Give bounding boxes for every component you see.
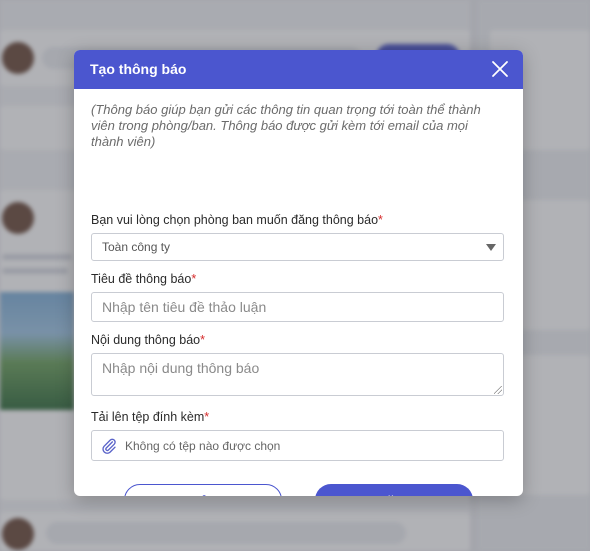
dialog-header: Tạo thông báo	[74, 50, 523, 89]
chevron-down-icon	[486, 244, 496, 251]
dialog-title: Tạo thông báo	[90, 61, 187, 77]
paperclip-icon	[102, 438, 116, 454]
title-input[interactable]	[91, 292, 504, 322]
attachment-label: Tải lên tệp đính kèm*	[91, 410, 210, 424]
required-mark: *	[200, 333, 205, 347]
close-icon[interactable]	[491, 60, 509, 78]
required-mark: *	[378, 213, 383, 227]
dialog-body: (Thông báo giúp bạn gửi các thông tin qu…	[91, 102, 506, 496]
cancel-button[interactable]: Hủy	[124, 484, 282, 496]
create-announcement-dialog: Tạo thông báo (Thông báo giúp bạn gửi cá…	[74, 50, 523, 496]
content-textarea[interactable]	[91, 353, 504, 396]
dialog-hint: (Thông báo giúp bạn gửi các thông tin qu…	[91, 102, 481, 149]
required-mark: *	[191, 272, 197, 286]
department-label: Bạn vui lòng chọn phòng ban muốn đăng th…	[91, 213, 383, 227]
required-mark: *	[204, 410, 210, 424]
attachment-upload[interactable]: Không có tệp nào được chọn	[91, 430, 504, 461]
post-button[interactable]: Đăng	[315, 484, 473, 496]
department-select-value: Toàn công ty	[102, 240, 171, 254]
title-label: Tiêu đề thông báo*	[91, 272, 197, 286]
department-select[interactable]: Toàn công ty	[91, 233, 504, 261]
content-label: Nội dung thông báo*	[91, 333, 205, 347]
attachment-status: Không có tệp nào được chọn	[125, 439, 281, 453]
